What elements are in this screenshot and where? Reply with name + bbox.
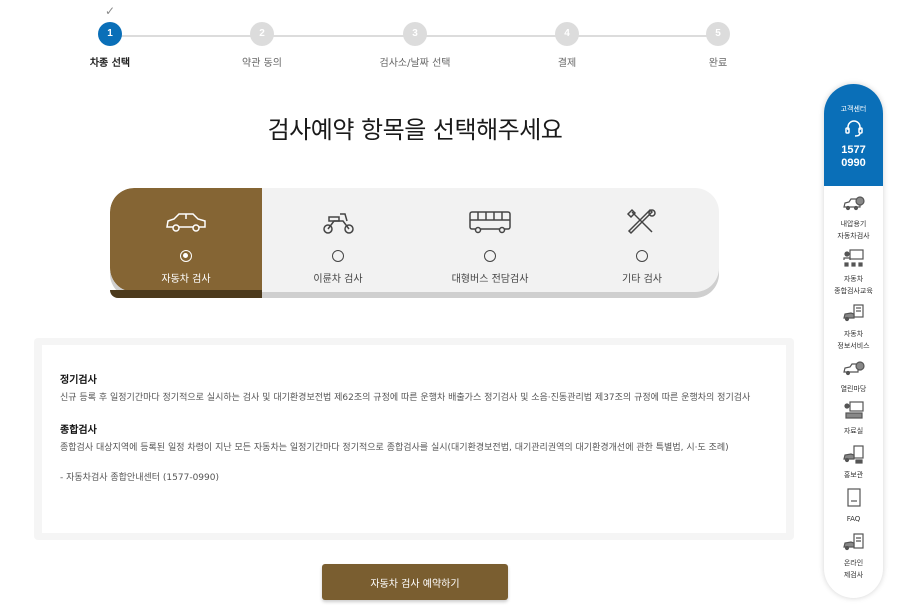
menu-label: 자료실 xyxy=(843,427,864,435)
menu-label: 종합검사교육 xyxy=(834,287,873,295)
menu-label: 홍보관 xyxy=(843,471,864,479)
reserve-button[interactable]: 자동차 검사 예약하기 xyxy=(322,564,508,600)
menu-label: 제검사 xyxy=(843,571,864,579)
motorcycle-icon xyxy=(323,213,354,234)
car-info-icon xyxy=(842,304,864,322)
radio-button[interactable] xyxy=(180,250,192,262)
menu-archive[interactable]: 자료실 xyxy=(824,393,883,437)
menu-faq[interactable]: FAQ xyxy=(824,481,883,525)
archive-icon xyxy=(843,401,864,419)
cylinder-car-icon xyxy=(842,196,865,211)
step-number: 3 xyxy=(403,22,427,46)
step-1: ✓ 1 차종 선택 xyxy=(50,0,170,69)
category-label: 대형버스 전담검사 xyxy=(451,274,529,285)
page-title: 검사예약 항목을 선택해주세요 xyxy=(267,116,563,144)
menu-label: 내압용기 xyxy=(840,220,867,228)
step-label: 결제 xyxy=(557,58,577,69)
section-text: 신규 등록 후 일정기간마다 정기적으로 실시하는 검사 및 대기환경보전법 제… xyxy=(60,393,751,403)
customer-center-label: 고객센터 xyxy=(840,105,867,113)
step-number: 4 xyxy=(555,22,579,46)
step-5: 5 완료 xyxy=(658,0,778,69)
menu-online-recheck[interactable]: 온라인 제검사 xyxy=(824,525,883,580)
category-other[interactable]: 기타 검사 xyxy=(566,188,718,292)
section-text: 종합검사 대상지역에 등록된 일정 차령이 지난 모든 자동차는 일정기간마다 … xyxy=(60,443,729,453)
car-icon xyxy=(166,213,206,232)
section-title: 종합검사 xyxy=(60,425,97,436)
phone-number-part: 0990 xyxy=(841,157,866,169)
contact-info: - 자동차검사 종합안내센터 (1577-0990) xyxy=(60,473,219,483)
menu-open-forum[interactable]: 열린마당 xyxy=(824,351,883,393)
step-label: 검사소/날짜 선택 xyxy=(379,58,451,69)
category-selector: 자동차 검사 이륜차 검사 대형버스 전담검사 기타 검사 xyxy=(110,188,719,292)
section-title: 정기검사 xyxy=(60,375,97,386)
category-car[interactable]: 자동차 검사 xyxy=(110,188,262,292)
menu-label: FAQ xyxy=(846,515,861,523)
menu-label: 온라인 xyxy=(843,559,864,567)
category-motorcycle[interactable]: 이륜차 검사 xyxy=(262,188,414,292)
menu-inspection-education[interactable]: 자동차 종합검사교육 xyxy=(824,241,883,296)
step-label: 약관 동의 xyxy=(242,58,282,69)
online-recheck-icon xyxy=(842,533,864,551)
bus-icon xyxy=(469,211,511,234)
customer-center[interactable]: 고객센터 1577 0990 xyxy=(824,84,883,186)
menu-label: 자동차검사 xyxy=(837,232,870,240)
step-4: 4 결제 xyxy=(507,0,627,69)
menu-car-info-service[interactable]: 자동차 정보서비스 xyxy=(824,296,883,351)
info-panel: 정기검사 신규 등록 후 일정기간마다 정기적으로 실시하는 검사 및 대기환경… xyxy=(42,345,786,533)
radio-button[interactable] xyxy=(332,250,344,262)
menu-promotion[interactable]: 홍보관 xyxy=(824,437,883,481)
menu-cylinder-inspection[interactable]: 내압용기 자동차검사 xyxy=(824,186,883,241)
phone-number-part: 1577 xyxy=(841,144,866,156)
step-number: 1 xyxy=(98,22,122,46)
selected-tab-base xyxy=(110,290,262,298)
headset-icon xyxy=(844,120,863,137)
open-forum-icon xyxy=(842,361,865,376)
promotion-icon xyxy=(842,445,864,464)
step-number: 2 xyxy=(250,22,274,46)
step-2: 2 약관 동의 xyxy=(202,0,322,69)
category-label: 이륜차 검사 xyxy=(313,274,363,285)
step-label: 완료 xyxy=(708,58,728,69)
step-3: 3 검사소/날짜 선택 xyxy=(355,0,475,69)
step-number: 5 xyxy=(706,22,730,46)
category-bus[interactable]: 대형버스 전담검사 xyxy=(414,188,566,292)
menu-label: 정보서비스 xyxy=(837,342,870,350)
category-label: 기타 검사 xyxy=(622,274,662,285)
menu-label: 자동차 xyxy=(843,330,864,338)
check-icon: ✓ xyxy=(104,4,116,18)
tools-icon xyxy=(626,208,656,235)
radio-button[interactable] xyxy=(484,250,496,262)
step-label: 차종 선택 xyxy=(89,58,131,69)
progress-stepper: ✓ 1 차종 선택 2 약관 동의 3 검사소/날짜 선택 4 결제 5 완료 xyxy=(70,0,770,80)
education-icon xyxy=(842,249,864,267)
faq-icon xyxy=(846,488,861,507)
quick-menu: 고객센터 1577 0990 내압용기 자동차검사 자동차 종합검사교육 자동차… xyxy=(824,84,883,598)
radio-button[interactable] xyxy=(636,250,648,262)
menu-label: 자동차 xyxy=(843,275,864,283)
category-label: 자동차 검사 xyxy=(161,274,211,285)
